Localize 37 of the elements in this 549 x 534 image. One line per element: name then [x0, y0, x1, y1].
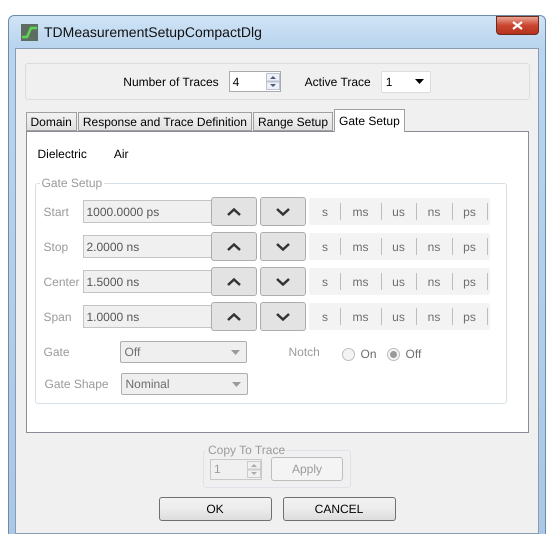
close-button[interactable] [496, 16, 539, 34]
chevron-up-icon [226, 208, 240, 216]
field-label: Gate [44, 345, 71, 359]
active-trace-dropdown[interactable]: 1 [380, 70, 431, 92]
tab[interactable]: Domain [26, 112, 77, 131]
app-logo-icon [21, 24, 38, 40]
dropdown-caret-icon [414, 79, 424, 84]
field-label: Start [44, 204, 70, 218]
chevron-down-icon [276, 208, 290, 216]
field-label: Number of Traces [123, 74, 219, 88]
window-title: TDMeasurementSetupCompactDlg [44, 24, 263, 40]
dielectric-label: Dielectric [38, 147, 87, 161]
chevron-up-icon [226, 242, 240, 250]
chevron-down-icon [276, 242, 290, 250]
chevron-up-icon [226, 278, 240, 286]
field-label: Active Trace [304, 74, 371, 88]
number-of-traces-field[interactable]: 4 [228, 71, 281, 92]
chevron-up-icon [226, 312, 240, 320]
field-label: Gate Shape [44, 377, 110, 391]
tab[interactable]: Range Setup [252, 112, 334, 131]
spinner-arrows-icon[interactable] [266, 73, 280, 90]
tab[interactable]: Response and Trace Definition [78, 112, 252, 131]
chevron-down-icon [276, 312, 290, 320]
group-title: Gate Setup [40, 176, 104, 190]
chevron-down-icon [276, 278, 290, 286]
group-title: Copy To Trace [207, 443, 286, 457]
field-label: Center [44, 274, 81, 288]
dialog-button[interactable]: OK [158, 497, 272, 521]
dropdown-caret-icon [230, 350, 240, 354]
field-label: Notch [288, 345, 321, 359]
tab[interactable]: Gate Setup [334, 109, 405, 132]
dielectric-value: Air [114, 147, 129, 161]
close-icon [512, 20, 523, 30]
field-label: Span [44, 310, 73, 324]
field-label: Stop [44, 240, 70, 254]
dialog-button[interactable]: CANCEL [282, 497, 396, 521]
dropdown-caret-icon [232, 382, 240, 386]
